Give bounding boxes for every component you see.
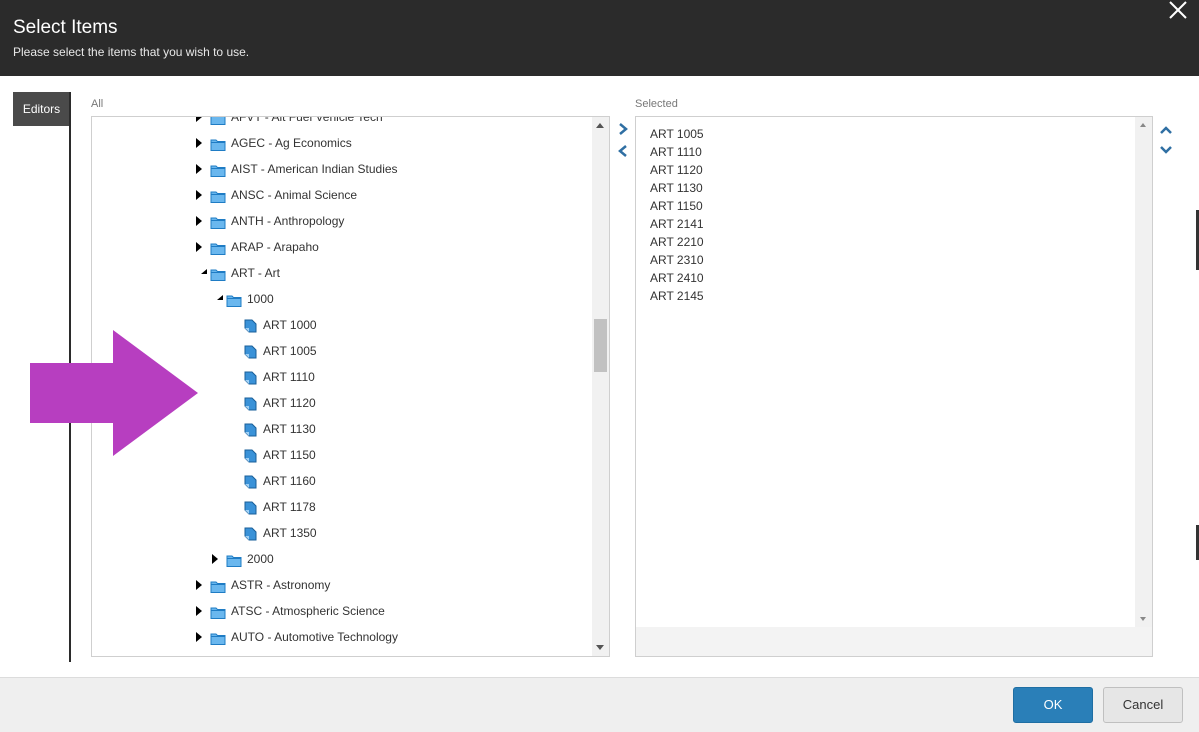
tree-row-label: AUTO - Automotive Technology <box>231 630 398 644</box>
item-icon <box>242 317 258 333</box>
move-down-icon[interactable] <box>1158 142 1174 162</box>
tree-row-label: AIST - American Indian Studies <box>231 162 398 176</box>
dialog-title: Select Items <box>13 17 118 38</box>
remove-selected-icon[interactable] <box>615 142 631 162</box>
folder-icon <box>210 117 226 125</box>
folder-icon <box>210 239 226 255</box>
order-buttons <box>1158 122 1174 162</box>
tree-row-label: ART 1005 <box>263 344 317 358</box>
folder-icon <box>210 135 226 151</box>
tree-row-label: ART 1150 <box>263 448 316 462</box>
tree-row-label: ART 1110 <box>263 370 315 384</box>
collapse-caret-icon[interactable] <box>196 138 202 148</box>
collapse-caret-icon[interactable] <box>196 117 202 122</box>
item-icon <box>242 421 258 437</box>
tree-row-label: ART 1178 <box>263 500 316 514</box>
tree-scrollbar[interactable] <box>592 117 609 656</box>
item-icon <box>242 525 258 541</box>
selected-scrollbar[interactable] <box>1135 117 1152 627</box>
collapse-caret-icon[interactable] <box>196 216 202 226</box>
selected-list-item[interactable]: ART 1120 <box>650 161 703 179</box>
tree-row-label: AFVT - Alt Fuel Vehicle Tech <box>231 116 383 124</box>
selected-list-content: ART 1005 ART 1110 ART 1120 ART 1130 ART 1150… <box>636 117 1136 627</box>
tree-row-label: ART 1160 <box>263 474 316 488</box>
tree-row-label: ART 1120 <box>263 396 316 410</box>
dialog-footer: OK Cancel <box>0 677 1199 732</box>
scroll-up-icon[interactable] <box>596 123 604 128</box>
collapse-caret-icon[interactable] <box>212 554 218 564</box>
folder-icon <box>210 161 226 177</box>
item-icon <box>242 447 258 463</box>
collapse-caret-icon[interactable] <box>196 606 202 616</box>
add-selected-icon[interactable] <box>615 120 631 140</box>
annotation-arrow-icon <box>30 330 198 456</box>
tab-list: Editors <box>13 92 70 126</box>
collapse-caret-icon[interactable] <box>196 242 202 252</box>
all-panel-label: All <box>91 98 104 110</box>
collapse-caret-icon[interactable] <box>196 580 202 590</box>
tree-row-label: ART 1350 <box>263 526 317 540</box>
folder-icon <box>210 213 226 229</box>
selected-panel-label: Selected <box>635 98 678 110</box>
move-buttons <box>615 120 631 162</box>
tree-row-label: ANSC - Animal Science <box>231 188 358 202</box>
scroll-up-icon[interactable] <box>1140 123 1146 127</box>
folder-icon <box>210 265 226 281</box>
tab-editors[interactable]: Editors <box>13 92 70 126</box>
item-icon <box>242 499 258 515</box>
folder-icon <box>210 629 226 645</box>
dialog-header: Select Items Please select the items tha… <box>0 0 1199 76</box>
tree-row-label: 1000 <box>247 292 274 306</box>
tree-row-label: AGEC - Ag Economics <box>231 136 352 150</box>
folder-icon <box>210 577 226 593</box>
collapse-caret-icon[interactable] <box>196 164 202 174</box>
selected-list-item[interactable]: ART 1110 <box>650 143 702 161</box>
tree-row-label: 2000 <box>247 552 274 566</box>
selected-list-item[interactable]: ART 1130 <box>650 179 703 197</box>
move-up-icon[interactable] <box>1158 122 1174 142</box>
folder-icon <box>210 187 226 203</box>
tree-row-label: ANTH - Anthropology <box>231 214 345 228</box>
close-icon[interactable] <box>1165 0 1191 23</box>
expand-caret-icon[interactable] <box>212 295 223 300</box>
tree-row-label: ATSC - Atmospheric Science <box>231 604 385 618</box>
cancel-button[interactable]: Cancel <box>1103 687 1183 723</box>
selected-list-item[interactable]: ART 1005 <box>650 125 704 143</box>
tree-row-label: ARAP - Arapaho <box>231 240 319 254</box>
selected-list-item[interactable]: ART 2410 <box>650 269 704 287</box>
expand-caret-icon[interactable] <box>196 269 207 274</box>
dialog-subtitle: Please select the items that you wish to… <box>13 45 250 59</box>
scrollbar-thumb[interactable] <box>594 319 607 372</box>
tree-row-label: ART 1000 <box>263 318 317 332</box>
item-icon <box>242 343 258 359</box>
collapse-caret-icon[interactable] <box>196 632 202 642</box>
tree-row-label: ART - Art <box>231 266 280 280</box>
item-icon <box>242 395 258 411</box>
selected-items-list[interactable]: ART 1005 ART 1110 ART 1120 ART 1130 ART 1150… <box>635 116 1153 657</box>
selected-list-item[interactable]: ART 2141 <box>650 215 704 233</box>
selected-list-item[interactable]: ART 2210 <box>650 233 704 251</box>
selected-list-item[interactable]: ART 2145 <box>650 287 704 305</box>
selected-list-item[interactable]: ART 2310 <box>650 251 704 269</box>
item-icon <box>242 369 258 385</box>
selected-list-item[interactable]: ART 1150 <box>650 197 703 215</box>
tree-row-label: ART 1130 <box>263 422 316 436</box>
folder-icon <box>226 551 242 567</box>
ok-button[interactable]: OK <box>1013 687 1093 723</box>
tree-row-label: ASTR - Astronomy <box>231 578 331 592</box>
item-icon <box>242 473 258 489</box>
folder-icon <box>226 291 242 307</box>
folder-icon <box>210 603 226 619</box>
collapse-caret-icon[interactable] <box>196 190 202 200</box>
scroll-down-icon[interactable] <box>1140 617 1146 621</box>
scroll-down-icon[interactable] <box>596 645 604 650</box>
